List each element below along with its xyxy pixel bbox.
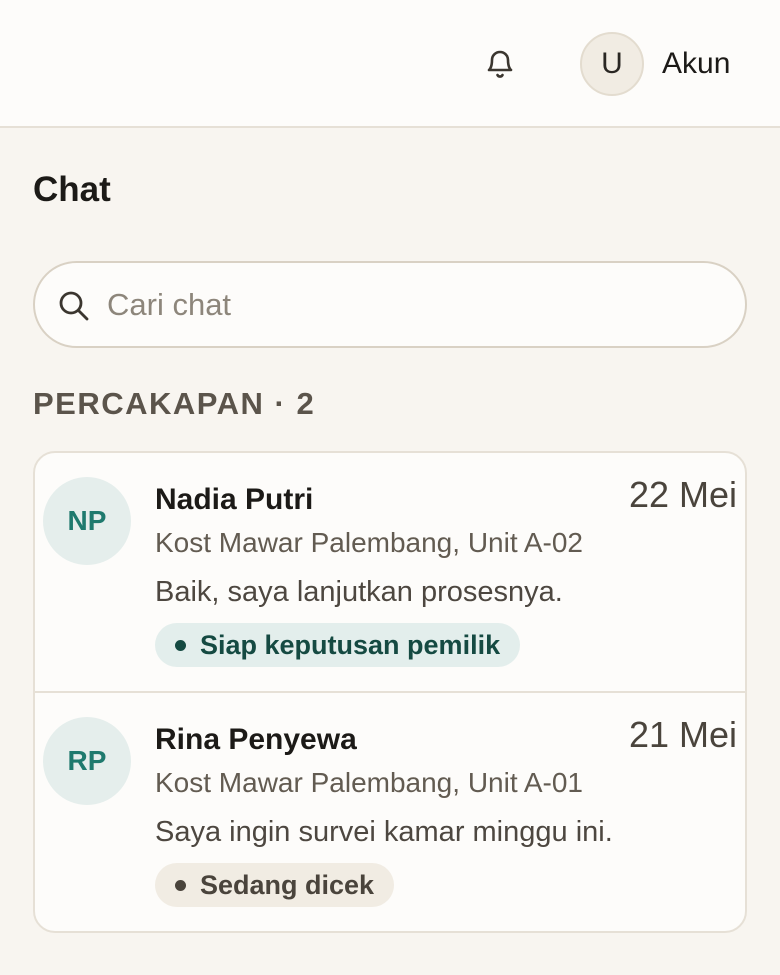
status-badge: Sedang dicek [155,863,395,907]
account-avatar[interactable]: U [580,32,644,96]
search-icon [59,291,89,321]
top-bar: U Akun [0,0,780,128]
contact-avatar-initials: NP [67,505,107,536]
contact-avatar-initials: RP [67,745,107,776]
contact-name: Nadia Putri [155,483,314,516]
status-badge-label: Sedang dicek [200,869,375,900]
conversations-section-label: PERCAKAPAN · 2 [33,386,316,421]
conversation-item[interactable]: NP Nadia Putri 22 Mei Kost Mawar Palemba… [35,453,745,693]
bell-icon[interactable] [482,44,518,84]
message-date: 21 Mei [628,714,737,755]
account-avatar-initial: U [601,47,623,80]
page-title: Chat [33,170,111,209]
status-badge: Siap keputusan pemilik [155,623,521,667]
last-message: Baik, saya lanjutkan prosesnya. [155,576,563,608]
message-date: 22 Mei [628,474,737,515]
contact-avatar: NP [43,477,131,565]
conversation-item[interactable]: RP Rina Penyewa 21 Mei Kost Mawar Palemb… [35,691,745,931]
status-badge-label: Siap keputusan pemilik [200,629,501,660]
property-unit: Kost Mawar Palembang, Unit A-01 [155,767,583,798]
status-dot-icon [175,639,186,651]
property-unit: Kost Mawar Palembang, Unit A-02 [155,527,583,558]
contact-name: Rina Penyewa [155,723,357,756]
search-box[interactable] [33,261,747,348]
conversation-list: NP Nadia Putri 22 Mei Kost Mawar Palemba… [33,451,747,933]
search-input[interactable] [107,279,707,331]
status-dot-icon [175,879,186,891]
account-label[interactable]: Akun [662,44,730,84]
last-message: Saya ingin survei kamar minggu ini. [155,816,613,848]
contact-avatar: RP [43,717,131,805]
